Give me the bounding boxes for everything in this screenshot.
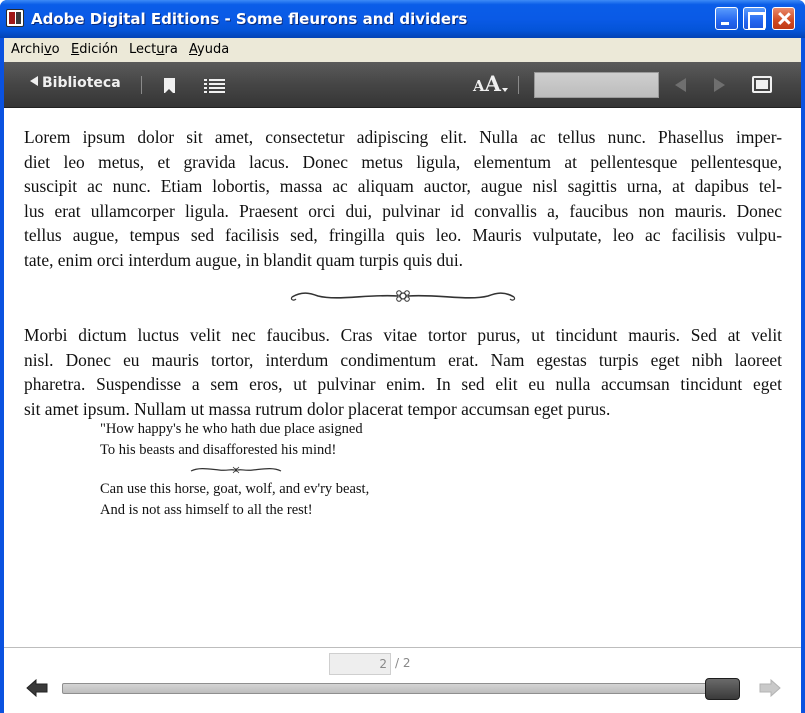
library-button[interactable]: Biblioteca <box>30 75 121 91</box>
page-total: / 2 <box>395 656 411 670</box>
verse-stanza-1: "How happy's he who hath due place asign… <box>100 419 420 460</box>
library-button-label: Biblioteca <box>42 75 121 91</box>
back-arrow-icon <box>30 76 38 86</box>
font-size-small-glyph: A <box>473 77 485 95</box>
reader-toolbar: Biblioteca AA <box>4 62 801 108</box>
app-window: Adobe Digital Editions - Some fleurons a… <box>0 0 805 713</box>
maximize-button[interactable] <box>743 7 766 30</box>
menu-ayuda[interactable]: Ayuda <box>189 42 229 57</box>
text-line: nisl. Donec eu mauris tortor, interdum c… <box>24 349 782 370</box>
verse-line: And is not ass himself to all the rest! <box>100 501 313 518</box>
title-bar[interactable]: Adobe Digital Editions - Some fleurons a… <box>0 0 805 38</box>
minimize-button[interactable] <box>715 7 738 30</box>
progress-slider-thumb[interactable] <box>705 678 740 700</box>
font-size-button[interactable]: AA <box>473 71 508 96</box>
fleuron-divider-icon <box>290 290 516 302</box>
next-result-icon[interactable] <box>714 78 725 92</box>
text-line: pharetra. Suspendisse a sem eros, ut pul… <box>24 374 782 394</box>
paragraph-lorem: Lorem ipsum dolor sit amet, consectetur … <box>24 125 782 272</box>
toolbar-separator <box>518 76 519 94</box>
search-input[interactable] <box>534 72 659 98</box>
text-line: tellus augue, tempus sed facilisis sed, … <box>24 225 782 245</box>
table-of-contents-icon[interactable] <box>204 79 225 93</box>
page-navigation-bar: / 2 <box>4 647 801 713</box>
chevron-down-icon <box>501 88 508 92</box>
page-number-input[interactable] <box>329 653 391 675</box>
font-size-large-glyph: A <box>484 71 501 96</box>
verse-line: "How happy's he who hath due place asign… <box>100 421 363 437</box>
verse-line: Can use this horse, goat, wolf, and ev'r… <box>100 481 370 497</box>
previous-page-arrow-icon[interactable] <box>26 679 48 697</box>
verse-stanza-2: Can use this horse, goat, wolf, and ev'r… <box>100 479 420 520</box>
reading-pane[interactable]: Lorem ipsum dolor sit amet, consectetur … <box>4 109 801 647</box>
previous-result-icon[interactable] <box>675 78 686 92</box>
text-line: diet leo metus, et gravida lacus. Donec … <box>24 151 782 172</box>
toolbar-separator <box>141 76 142 94</box>
bookmark-icon[interactable] <box>164 78 175 94</box>
close-button[interactable] <box>772 7 795 30</box>
menu-archivo[interactable]: Archivo <box>11 42 60 57</box>
fullscreen-icon[interactable] <box>752 76 772 93</box>
menu-bar: Archivo Edición Lectura Ayuda <box>4 38 801 62</box>
menu-lectura[interactable]: Lectura <box>129 42 178 57</box>
verse-line: To his beasts and disafforested his mind… <box>100 441 337 458</box>
text-line: Morbi dictum luctus velit nec faucibus. … <box>24 325 782 345</box>
window-title: Adobe Digital Editions - Some fleurons a… <box>31 10 468 28</box>
small-fleuron-divider-icon <box>190 466 282 474</box>
text-line: lus erat ullamcorper ligula. Praesent or… <box>24 200 782 221</box>
window-client: Archivo Edición Lectura Ayuda Biblioteca… <box>4 38 801 713</box>
text-line: Lorem ipsum dolor sit amet, consectetur … <box>24 127 782 147</box>
text-line: sit amet ipsum. Nullam ut massa rutrum d… <box>24 398 611 419</box>
progress-slider-track[interactable] <box>62 683 740 694</box>
text-line: tate, enim orci interdum augue, in bland… <box>24 249 464 270</box>
paragraph-morbi: Morbi dictum luctus velit nec faucibus. … <box>24 323 782 421</box>
menu-edicion[interactable]: Edición <box>71 42 118 57</box>
text-line: suscipit ac nunc. Etiam lobortis, massa … <box>24 176 782 196</box>
next-page-arrow-icon[interactable] <box>759 679 781 697</box>
app-book-icon[interactable] <box>6 9 24 27</box>
